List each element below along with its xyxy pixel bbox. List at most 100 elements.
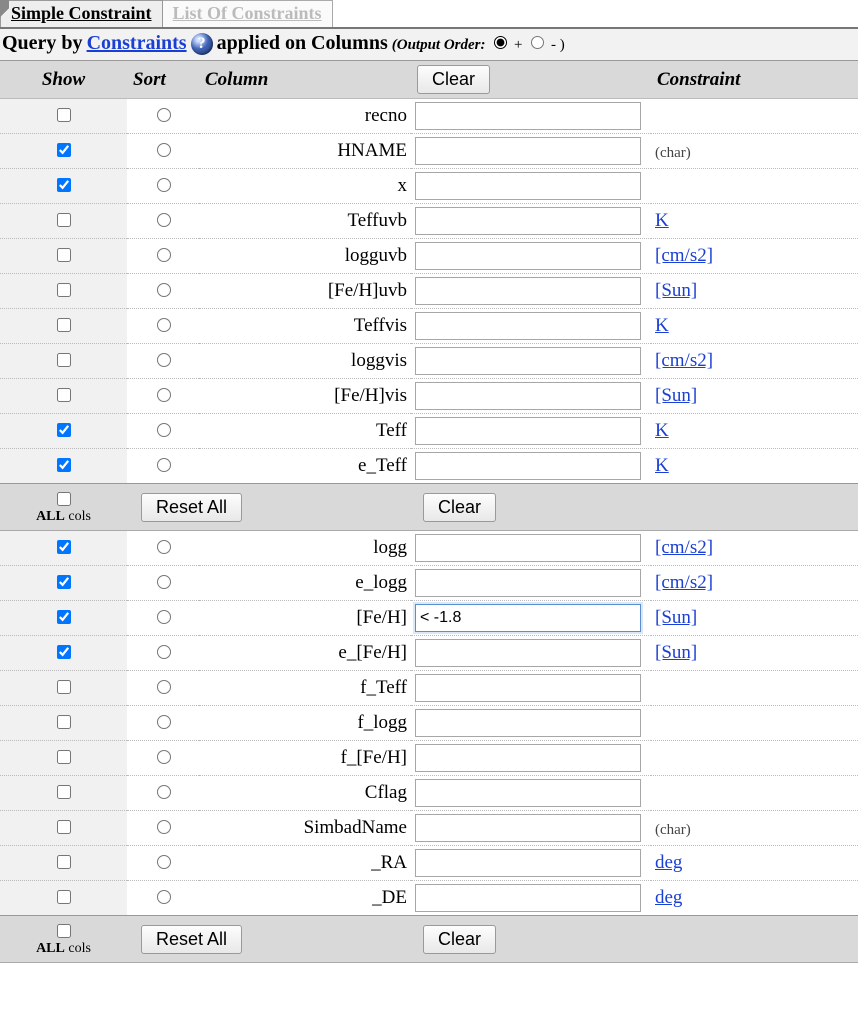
constraint-input[interactable] [415, 744, 641, 772]
all-cols-checkbox-1[interactable] [57, 492, 71, 506]
clear-button-1[interactable]: Clear [423, 493, 496, 522]
order-asc-radio[interactable] [494, 36, 507, 49]
constraint-input[interactable] [415, 347, 641, 375]
show-checkbox[interactable] [57, 248, 71, 262]
show-checkbox[interactable] [57, 283, 71, 297]
sort-radio[interactable] [157, 750, 171, 764]
sort-radio[interactable] [157, 715, 171, 729]
constraint-input[interactable] [415, 639, 641, 667]
unit-link[interactable]: K [655, 315, 669, 336]
unit-link[interactable]: [cm/s2] [655, 245, 713, 266]
constraint-input[interactable] [415, 814, 641, 842]
constraint-input[interactable] [415, 417, 641, 445]
sort-radio[interactable] [157, 645, 171, 659]
sort-radio[interactable] [157, 680, 171, 694]
unit-link[interactable]: K [655, 420, 669, 441]
constraint-input[interactable] [415, 709, 641, 737]
sort-radio[interactable] [157, 178, 171, 192]
constraint-input[interactable] [415, 849, 641, 877]
show-checkbox[interactable] [57, 575, 71, 589]
applied-on-label: applied on Columns [217, 32, 388, 55]
show-checkbox[interactable] [57, 610, 71, 624]
th-show: Show [0, 61, 127, 99]
show-checkbox[interactable] [57, 540, 71, 554]
show-checkbox[interactable] [57, 143, 71, 157]
unit-link[interactable]: [cm/s2] [655, 350, 713, 371]
sort-radio[interactable] [157, 820, 171, 834]
tab-list-of-constraints[interactable]: List Of Constraints [163, 0, 333, 27]
show-checkbox[interactable] [57, 750, 71, 764]
show-checkbox[interactable] [57, 353, 71, 367]
constraint-input[interactable] [415, 312, 641, 340]
unit-link[interactable]: [cm/s2] [655, 572, 713, 593]
query-header: Query by Constraints ? applied on Column… [0, 29, 858, 61]
show-checkbox[interactable] [57, 645, 71, 659]
sort-radio[interactable] [157, 283, 171, 297]
show-checkbox[interactable] [57, 680, 71, 694]
sort-radio[interactable] [157, 890, 171, 904]
constraint-input[interactable] [415, 242, 641, 270]
sort-radio[interactable] [157, 318, 171, 332]
unit-link[interactable]: [cm/s2] [655, 537, 713, 558]
sort-radio[interactable] [157, 575, 171, 589]
show-checkbox[interactable] [57, 108, 71, 122]
show-checkbox[interactable] [57, 178, 71, 192]
unit-link[interactable]: K [655, 210, 669, 231]
unit-link[interactable]: deg [655, 852, 682, 873]
constraint-input[interactable] [415, 534, 641, 562]
sort-radio[interactable] [157, 353, 171, 367]
sort-radio[interactable] [157, 423, 171, 437]
sort-radio[interactable] [157, 143, 171, 157]
constraints-link[interactable]: Constraints [87, 32, 187, 55]
show-checkbox[interactable] [57, 318, 71, 332]
show-checkbox[interactable] [57, 785, 71, 799]
sort-radio[interactable] [157, 388, 171, 402]
order-desc-radio[interactable] [531, 36, 544, 49]
show-checkbox[interactable] [57, 715, 71, 729]
reset-all-button-1[interactable]: Reset All [141, 493, 242, 522]
unit-cell [651, 776, 858, 811]
column-name: recno [199, 99, 411, 134]
constraint-input[interactable] [415, 884, 641, 912]
show-checkbox[interactable] [57, 890, 71, 904]
show-checkbox[interactable] [57, 423, 71, 437]
constraint-input[interactable] [415, 604, 641, 632]
sort-radio[interactable] [157, 248, 171, 262]
sort-radio[interactable] [157, 458, 171, 472]
all-cols-checkbox-2[interactable] [57, 924, 71, 938]
sort-radio[interactable] [157, 855, 171, 869]
unit-link[interactable]: [Sun] [655, 642, 697, 663]
unit-link[interactable]: deg [655, 887, 682, 908]
unit-link[interactable]: [Sun] [655, 385, 697, 406]
constraint-input[interactable] [415, 452, 641, 480]
tab-simple-constraint[interactable]: Simple Constraint [0, 0, 163, 27]
sort-radio[interactable] [157, 213, 171, 227]
unit-link[interactable]: K [655, 455, 669, 476]
sort-radio[interactable] [157, 108, 171, 122]
constraint-input[interactable] [415, 207, 641, 235]
help-icon[interactable]: ? [191, 33, 213, 55]
constraint-input[interactable] [415, 779, 641, 807]
sort-radio[interactable] [157, 785, 171, 799]
unit-link[interactable]: [Sun] [655, 607, 697, 628]
tab-bar: Simple Constraint List Of Constraints [0, 0, 858, 29]
constraint-input[interactable] [415, 137, 641, 165]
sort-radio[interactable] [157, 610, 171, 624]
clear-button-2[interactable]: Clear [423, 925, 496, 954]
constraint-input[interactable] [415, 382, 641, 410]
unit-cell: deg [651, 846, 858, 881]
clear-header-button[interactable]: Clear [417, 65, 490, 94]
show-checkbox[interactable] [57, 213, 71, 227]
unit-link[interactable]: [Sun] [655, 280, 697, 301]
constraint-input[interactable] [415, 569, 641, 597]
constraint-input[interactable] [415, 102, 641, 130]
show-checkbox[interactable] [57, 820, 71, 834]
constraint-input[interactable] [415, 674, 641, 702]
constraint-input[interactable] [415, 172, 641, 200]
constraint-input[interactable] [415, 277, 641, 305]
show-checkbox[interactable] [57, 855, 71, 869]
sort-radio[interactable] [157, 540, 171, 554]
show-checkbox[interactable] [57, 458, 71, 472]
show-checkbox[interactable] [57, 388, 71, 402]
reset-all-button-2[interactable]: Reset All [141, 925, 242, 954]
